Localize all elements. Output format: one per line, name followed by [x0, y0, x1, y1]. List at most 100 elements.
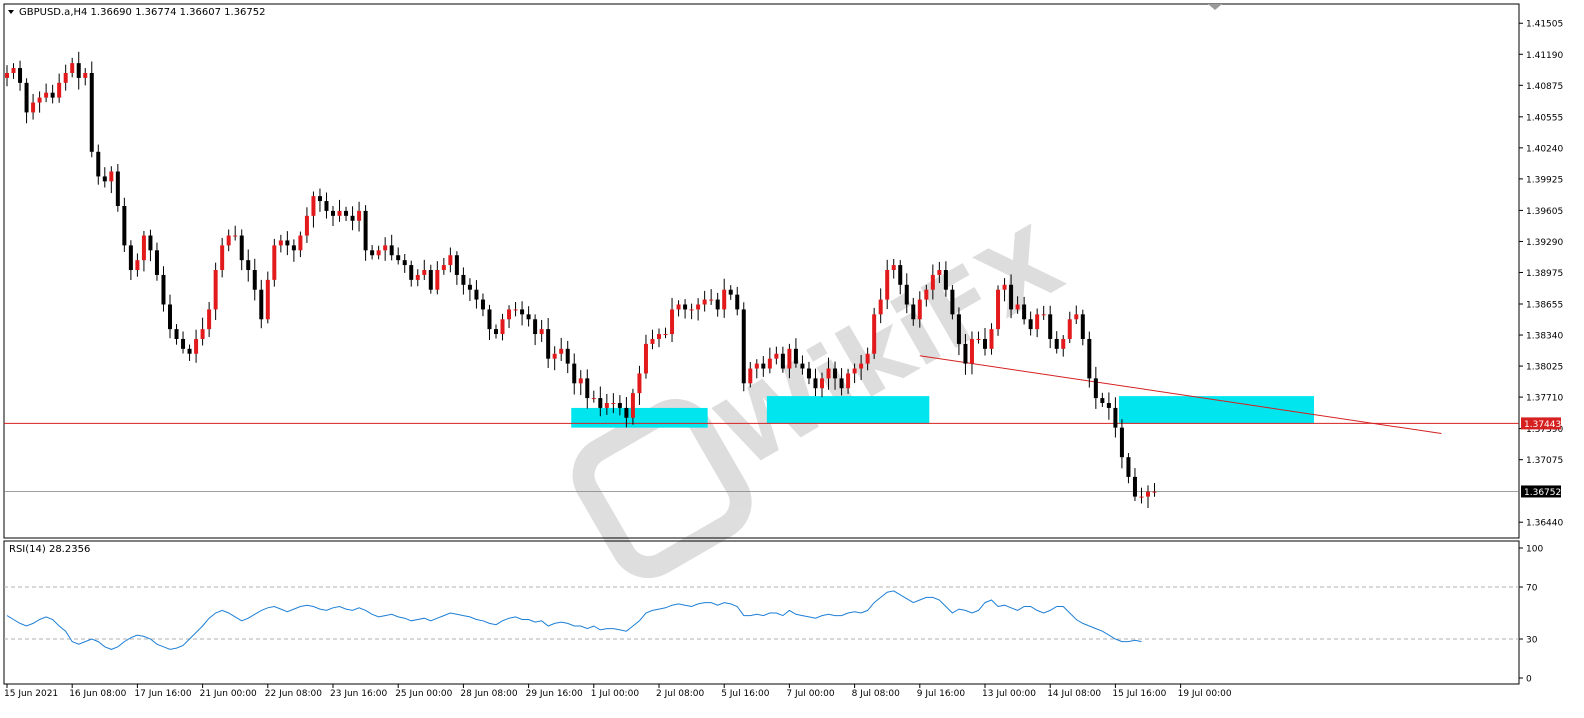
candle-body[interactable]	[578, 378, 583, 384]
candle-body[interactable]	[291, 245, 296, 251]
candle-body[interactable]	[11, 68, 16, 73]
candle-body[interactable]	[265, 279, 270, 320]
candle-body[interactable]	[507, 309, 512, 320]
candle-body[interactable]	[670, 309, 675, 335]
candle-body[interactable]	[174, 329, 179, 339]
candle-body[interactable]	[44, 92, 49, 98]
candle-body[interactable]	[1048, 314, 1053, 339]
candle-body[interactable]	[474, 289, 479, 300]
candle-body[interactable]	[154, 250, 159, 275]
candle-body[interactable]	[102, 176, 107, 182]
candle-body[interactable]	[357, 210, 362, 221]
candle-body[interactable]	[741, 309, 746, 384]
candle-body[interactable]	[904, 284, 909, 305]
candle-body[interactable]	[526, 314, 531, 320]
candle-body[interactable]	[383, 245, 388, 251]
candle-body[interactable]	[611, 403, 616, 405]
candle-body[interactable]	[591, 398, 596, 400]
support-zone-1[interactable]	[571, 407, 708, 428]
candle-body[interactable]	[1022, 304, 1027, 320]
candle-body[interactable]	[585, 378, 590, 399]
candle-body[interactable]	[793, 348, 798, 364]
candle-body[interactable]	[233, 235, 238, 237]
candle-body[interactable]	[950, 289, 955, 315]
candle-body[interactable]	[715, 299, 720, 310]
candle-body[interactable]	[1028, 319, 1033, 330]
candle-body[interactable]	[1074, 314, 1079, 320]
candle-body[interactable]	[702, 299, 707, 305]
candle-body[interactable]	[461, 274, 466, 285]
candle-body[interactable]	[220, 245, 225, 271]
candle-body[interactable]	[676, 304, 681, 310]
candle-body[interactable]	[389, 245, 394, 256]
candle-body[interactable]	[911, 304, 916, 320]
candle-body[interactable]	[304, 215, 309, 236]
candle-body[interactable]	[546, 329, 551, 359]
candle-body[interactable]	[187, 348, 192, 354]
candle-body[interactable]	[239, 235, 244, 261]
candle-body[interactable]	[363, 210, 368, 251]
candle-body[interactable]	[663, 334, 668, 336]
candle-body[interactable]	[252, 270, 257, 290]
candle-body[interactable]	[148, 235, 153, 251]
candle-body[interactable]	[976, 338, 981, 340]
candle-body[interactable]	[598, 398, 603, 408]
candle-body[interactable]	[930, 274, 935, 290]
candle-body[interactable]	[989, 329, 994, 349]
candle-body[interactable]	[396, 255, 401, 261]
candle-body[interactable]	[487, 309, 492, 330]
candle-body[interactable]	[983, 338, 987, 349]
candle-body[interactable]	[272, 245, 277, 280]
candle-body[interactable]	[813, 378, 818, 389]
candle-body[interactable]	[1126, 457, 1131, 477]
candle-body[interactable]	[207, 309, 212, 330]
candle-body[interactable]	[1113, 407, 1118, 428]
candle-body[interactable]	[917, 299, 922, 320]
candle-body[interactable]	[467, 284, 472, 290]
candle-body[interactable]	[1067, 319, 1072, 339]
candle-body[interactable]	[650, 338, 655, 344]
candle-body[interactable]	[57, 82, 62, 98]
candle-body[interactable]	[1119, 427, 1124, 458]
candle-body[interactable]	[963, 343, 968, 364]
candle-body[interactable]	[194, 338, 199, 354]
candle-body[interactable]	[298, 235, 303, 251]
candle-body[interactable]	[324, 201, 329, 211]
candle-body[interactable]	[885, 270, 890, 300]
candle-body[interactable]	[996, 289, 1001, 330]
candle-body[interactable]	[520, 309, 525, 315]
candle-body[interactable]	[1106, 403, 1111, 408]
candle-body[interactable]	[709, 299, 714, 301]
candle-body[interactable]	[135, 260, 140, 271]
candle-body[interactable]	[37, 97, 42, 103]
candle-body[interactable]	[331, 210, 335, 216]
candle-body[interactable]	[689, 309, 694, 311]
candle-body[interactable]	[122, 205, 127, 246]
candle-body[interactable]	[181, 338, 186, 349]
candle-body[interactable]	[18, 68, 23, 83]
candle-body[interactable]	[1132, 476, 1137, 497]
candle-body[interactable]	[376, 250, 381, 256]
candle-body[interactable]	[161, 274, 166, 305]
candle-body[interactable]	[624, 407, 629, 418]
candle-body[interactable]	[422, 270, 427, 275]
candle-body[interactable]	[924, 289, 929, 300]
candle-body[interactable]	[63, 72, 68, 83]
candle-body[interactable]	[872, 314, 877, 354]
candle-body[interactable]	[735, 294, 740, 310]
candle-body[interactable]	[402, 260, 407, 266]
candle-body[interactable]	[683, 304, 688, 310]
candle-body[interactable]	[317, 196, 322, 202]
candle-body[interactable]	[259, 289, 264, 320]
candle-body[interactable]	[1087, 338, 1092, 379]
candle-body[interactable]	[559, 348, 564, 354]
candle-body[interactable]	[213, 270, 218, 310]
candle-body[interactable]	[728, 289, 733, 295]
candle-body[interactable]	[337, 210, 342, 216]
candle-body[interactable]	[409, 265, 414, 280]
candle-body[interactable]	[246, 260, 251, 271]
candle-body[interactable]	[50, 92, 55, 98]
candle-body[interactable]	[572, 363, 577, 384]
rsi-panel-frame[interactable]	[3, 540, 1520, 685]
candle-body[interactable]	[435, 270, 440, 290]
